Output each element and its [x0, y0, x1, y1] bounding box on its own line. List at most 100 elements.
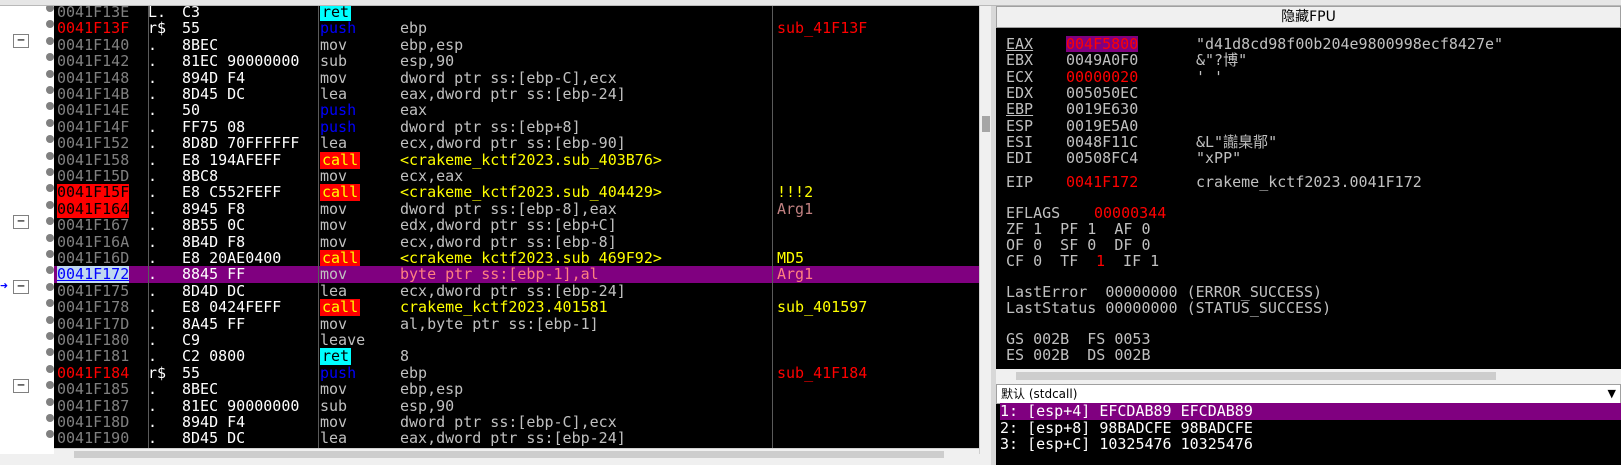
scroll-thumb[interactable]	[1016, 372, 1496, 380]
register-name: ECX	[1006, 67, 1034, 86]
breakpoint-dot-icon[interactable]	[46, 20, 54, 29]
operands: esp,90	[400, 52, 455, 71]
mnemonic: lea	[320, 429, 348, 448]
disassembly-vscrollbar[interactable]	[979, 6, 991, 454]
breakpoint-dot-icon[interactable]	[46, 315, 54, 324]
collapse-button[interactable]: −	[13, 280, 29, 295]
breakpoint-dot-icon[interactable]	[46, 233, 54, 242]
register-value[interactable]: 00000020	[1066, 69, 1138, 85]
mnemonic: push	[320, 101, 357, 120]
breakpoint-dot-icon[interactable]	[46, 266, 54, 275]
disassembly-hscrollbar[interactable]	[54, 448, 979, 459]
flags-line: ZF 1 PF 1 AF 0	[1006, 220, 1151, 238]
hide-fpu-button[interactable]: 隐藏FPU	[996, 6, 1621, 28]
disasm-row[interactable]: 0041F17D. 8A45 FF mov al,byte ptr ss:[ebp-1…	[0, 315, 979, 333]
mnemonic: sub	[320, 52, 348, 71]
breakpoint-dot-icon[interactable]	[46, 397, 54, 406]
disasm-row[interactable]: 0041F180. C9 leave	[0, 332, 979, 349]
tree-marker: .	[148, 101, 158, 120]
breakpoint-dot-icon[interactable]	[46, 364, 54, 373]
breakpoint-dot-icon[interactable]	[46, 86, 54, 94]
registers-panel[interactable]: 隐藏FPU EAX 004F5800 "d41d8cd98f00b204e98009…	[996, 6, 1621, 369]
register-value[interactable]: 00508FC4	[1066, 150, 1138, 166]
breakpoint-dot-icon[interactable]	[46, 135, 54, 144]
breakpoint-dot-icon[interactable]	[46, 414, 54, 422]
disasm-row[interactable]: 0041F184 r$ 55 push ebp sub_41F184	[0, 363, 979, 382]
disasm-row[interactable]: 0041F142. 81EC 90000000 sub esp,90	[0, 53, 979, 70]
breakpoint-dot-icon[interactable]	[46, 217, 54, 226]
operands: <crakeme_kctf2023.sub_404429>	[400, 183, 662, 202]
disasm-row[interactable]: 0041F185. 8BEC mov ebp,esp	[0, 381, 979, 398]
breakpoint-dot-icon[interactable]	[46, 282, 54, 291]
breakpoint-dot-icon[interactable]	[46, 151, 54, 160]
breakpoint-dot-icon[interactable]	[46, 430, 54, 439]
comment: sub_41F184	[777, 363, 868, 382]
breakpoint-dot-icon[interactable]	[46, 250, 54, 258]
breakpoint-dot-icon[interactable]	[46, 184, 54, 193]
last-status: LastStatus 00000000 (STATUS_SUCCESS)	[1006, 299, 1332, 317]
registers-hscrollbar[interactable]	[996, 369, 1621, 383]
mnemonic: mov	[320, 265, 348, 284]
arguments-stack-view[interactable]: 1: [esp+4] EFCDAB89 EFCDAB89 2: [esp+8] 9…	[996, 403, 1621, 465]
tree-marker: r$	[148, 19, 167, 38]
register-value[interactable]: 0041F172	[1066, 174, 1138, 190]
breakpoint-dot-icon[interactable]	[46, 348, 54, 357]
breakpoint-dot-icon[interactable]	[46, 36, 54, 45]
calling-convention-select[interactable]: 默认 (stdcall) ▼	[996, 384, 1621, 404]
register-value[interactable]: 0048F11C	[1066, 134, 1138, 150]
collapse-button[interactable]: −	[13, 214, 29, 229]
disasm-row[interactable]: 0041F14B. 8D45 DC lea eax,dword ptr ss:[ebp…	[0, 86, 979, 103]
breakpoint-dot-icon[interactable]	[46, 6, 54, 12]
tree-marker: .	[148, 216, 158, 235]
register-name: EBX	[1006, 51, 1034, 70]
chevron-down-icon[interactable]: ▼	[1608, 385, 1616, 403]
scroll-thumb[interactable]	[74, 451, 944, 458]
register-value[interactable]: 004F5800	[1066, 36, 1139, 52]
breakpoint-dot-icon[interactable]	[46, 200, 54, 209]
calling-convention-value: 默认 (stdcall)	[1001, 387, 1078, 401]
breakpoint-dot-icon[interactable]	[46, 168, 54, 176]
eflags-value[interactable]: 00000344	[1094, 205, 1166, 221]
stack-argument-row[interactable]: 1: [esp+4] EFCDAB89 EFCDAB89	[1000, 403, 1621, 420]
breakpoint-dot-icon[interactable]	[46, 118, 54, 127]
breakpoint-dot-icon[interactable]	[46, 102, 54, 111]
register-value[interactable]: 0049A0F0	[1066, 52, 1138, 68]
operands: 8	[400, 347, 410, 366]
disasm-row[interactable]: 0041F152. 8D8D 70FFFFFF lea ecx,dword ptr s…	[0, 135, 979, 152]
disasm-row[interactable]: 0041F167. 8B55 0C mov edx,dword ptr ss:[ebp…	[0, 217, 979, 234]
column-separator	[772, 6, 773, 454]
disasm-row[interactable]: 0041F172. 8845 FF mov byte ptr ss:[ebp-1],a…	[0, 265, 979, 284]
disasm-row[interactable]: 0041F190. 8D45 DC lea eax,dword ptr ss:[ebp…	[0, 430, 979, 447]
comment: sub_41F13F	[777, 19, 868, 38]
breakpoint-dot-icon[interactable]	[46, 381, 54, 390]
register-comment: "d41d8cd98f00b204e9800998ecf8427e"	[1196, 35, 1504, 53]
disasm-row[interactable]: 0041F15F. E8 C552FEFF call <crakeme_kctf202…	[0, 183, 979, 202]
breakpoint-dot-icon[interactable]	[46, 299, 54, 308]
disasm-row[interactable]: 0041F181. C2 0800 ret 8	[0, 347, 979, 366]
stack-argument-row[interactable]: 3: [esp+C] 10325476 10325476	[1000, 436, 1621, 453]
tf-flag-value[interactable]: 1	[1096, 253, 1105, 269]
register-name: EDX	[1006, 83, 1034, 102]
breakpoint-dot-icon[interactable]	[46, 69, 54, 78]
disasm-row[interactable]: 0041F13F r$ 55 push ebp sub_41F13F	[0, 20, 979, 37]
disassembly-view[interactable]: 0041F13E L. C3 ret 0041F13F r$ 55 push ebp sub_41…	[0, 6, 979, 454]
breakpoint-dot-icon[interactable]	[46, 53, 54, 62]
register-name: ESI	[1006, 132, 1034, 151]
disasm-row[interactable]: 0041F178. E8 0424FEFF call crakeme_kctf2023…	[0, 299, 979, 317]
address: 0041F167	[57, 216, 130, 235]
scroll-thumb[interactable]	[982, 116, 990, 132]
eflags-label: EFLAGS	[1006, 204, 1061, 222]
register-value[interactable]: 0019E630	[1066, 101, 1138, 117]
collapse-button[interactable]: −	[13, 378, 29, 393]
register-value[interactable]: 005050EC	[1066, 85, 1138, 101]
register-value[interactable]: 0019E5A0	[1066, 118, 1138, 134]
disasm-row[interactable]: 0041F140. 8BEC mov ebp,esp	[0, 36, 979, 54]
opcode-bytes: 8845 FF	[182, 265, 246, 284]
collapse-button[interactable]: −	[13, 34, 29, 49]
tree-marker: .	[148, 52, 158, 71]
opcode-bytes: 50	[182, 101, 201, 120]
disasm-row[interactable]: 0041F158. E8 194AFEFF call <crakeme_kctf202…	[0, 151, 979, 169]
stack-argument-row[interactable]: 2: [esp+8] 98BADCFE 98BADCFE	[1000, 419, 1621, 437]
disasm-row[interactable]: 0041F14E. 50 push eax	[0, 102, 979, 119]
breakpoint-dot-icon[interactable]	[46, 332, 54, 340]
